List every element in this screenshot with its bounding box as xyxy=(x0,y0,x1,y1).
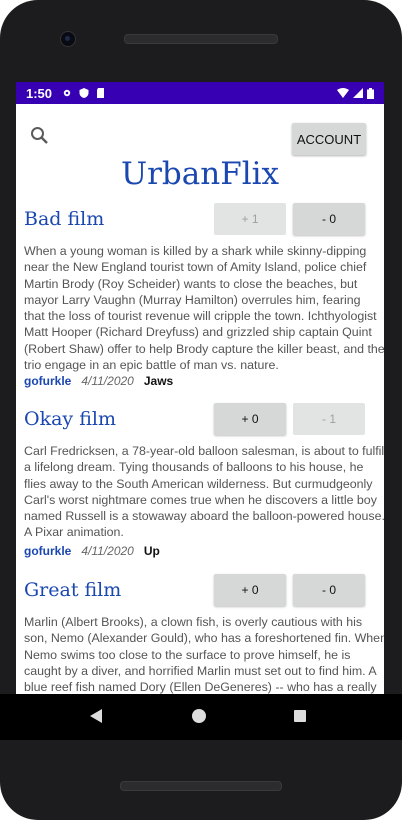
review-title: Great film xyxy=(24,579,122,601)
description-line: Carl Fredricksen, a 78-year-old balloon … xyxy=(24,444,384,458)
review-username[interactable]: gofurkle xyxy=(24,544,71,558)
description-line: A Pixar animation. xyxy=(24,525,124,540)
back-icon[interactable] xyxy=(90,709,102,723)
app-title: UrbanFlix xyxy=(120,156,280,192)
wifi-icon xyxy=(337,88,349,98)
signal-icon xyxy=(353,88,363,98)
status-bar: 1:50 xyxy=(16,82,384,104)
downvote-button[interactable]: - 0 xyxy=(293,574,365,606)
shield-status-icon xyxy=(79,88,89,98)
review-meta: gofurkle 4/11/2020 Up xyxy=(24,544,160,558)
description-line: (Robert Shaw) offer to help Brody captur… xyxy=(24,341,384,356)
description-line: near the New England tourist town of Ami… xyxy=(24,260,367,275)
description-line: caught by a diver, and horrified Marlin … xyxy=(24,663,377,678)
description-line: Matt Hooper (Richard Dreyfuss) and grizz… xyxy=(24,325,372,340)
settings-status-icon xyxy=(63,89,71,97)
description-line: mayor Larry Vaughn (Murray Hamilton) ove… xyxy=(24,292,361,307)
status-right-icons xyxy=(337,87,374,99)
search-icon[interactable] xyxy=(30,126,50,146)
app-screen: 1:50 ACCOUNT UrbanFlix Bad film + 1 - 0 xyxy=(16,82,384,694)
system-nav-bar xyxy=(0,694,402,740)
description-line: named Russell is a stowaway aboard the b… xyxy=(24,509,384,524)
downvote-button[interactable]: - 1 xyxy=(293,403,365,435)
sd-card-status-icon xyxy=(97,88,105,98)
description-line: Carl's worst nightmare comes true when h… xyxy=(24,492,377,507)
battery-icon xyxy=(367,87,374,99)
upvote-button[interactable]: + 1 xyxy=(214,203,286,235)
review-date: 4/11/2020 xyxy=(81,374,134,388)
review-description: Carl Fredricksen, a 78-year-old balloon … xyxy=(24,443,384,541)
review-description: When a young woman is killed by a shark … xyxy=(24,243,384,373)
upvote-button[interactable]: + 0 xyxy=(214,574,286,606)
account-button[interactable]: ACCOUNT xyxy=(292,123,366,155)
review-title: Okay film xyxy=(24,408,116,430)
review-username[interactable]: gofurkle xyxy=(24,374,71,388)
description-line: trio engage in an epic battle of man vs.… xyxy=(24,358,279,373)
description-line: When a young woman is killed by a shark … xyxy=(24,244,367,258)
description-line: Martin Brody (Roy Scheider) wants to clo… xyxy=(24,276,358,291)
description-line: blue reef fish named Dory (Ellen DeGener… xyxy=(24,680,377,694)
review-date: 4/11/2020 xyxy=(81,544,134,558)
description-line: Nemo swims too close to the surface to p… xyxy=(24,647,351,662)
upvote-button[interactable]: + 0 xyxy=(214,403,286,435)
device-frame: 1:50 ACCOUNT UrbanFlix Bad film + 1 - 0 xyxy=(0,0,402,820)
description-line: that the loss of tourist revenue will cr… xyxy=(24,309,377,324)
description-line: Marlin (Albert Brooks), a clown fish, is… xyxy=(24,615,363,629)
review-description: Marlin (Albert Brooks), a clown fish, is… xyxy=(24,614,384,694)
downvote-button[interactable]: - 0 xyxy=(293,203,365,235)
front-camera xyxy=(60,31,76,47)
review-movie: Jaws xyxy=(143,374,174,388)
description-line: flies away to the South American wildern… xyxy=(24,476,373,491)
recent-apps-icon[interactable] xyxy=(294,710,306,722)
review-movie: Up xyxy=(143,544,160,558)
review-title: Bad film xyxy=(24,208,105,230)
review-meta: gofurkle 4/11/2020 Jaws xyxy=(24,374,173,388)
bottom-speaker xyxy=(120,781,282,791)
home-icon[interactable] xyxy=(192,709,206,723)
description-line: son, Nemo (Alexander Gould), who has a f… xyxy=(24,631,384,646)
description-line: a lifelong dream. Tying thousands of bal… xyxy=(24,460,364,475)
earpiece-speaker xyxy=(124,34,278,44)
status-time: 1:50 xyxy=(26,85,53,101)
review-feed[interactable]: ACCOUNT UrbanFlix Bad film + 1 - 0 When … xyxy=(16,104,384,694)
